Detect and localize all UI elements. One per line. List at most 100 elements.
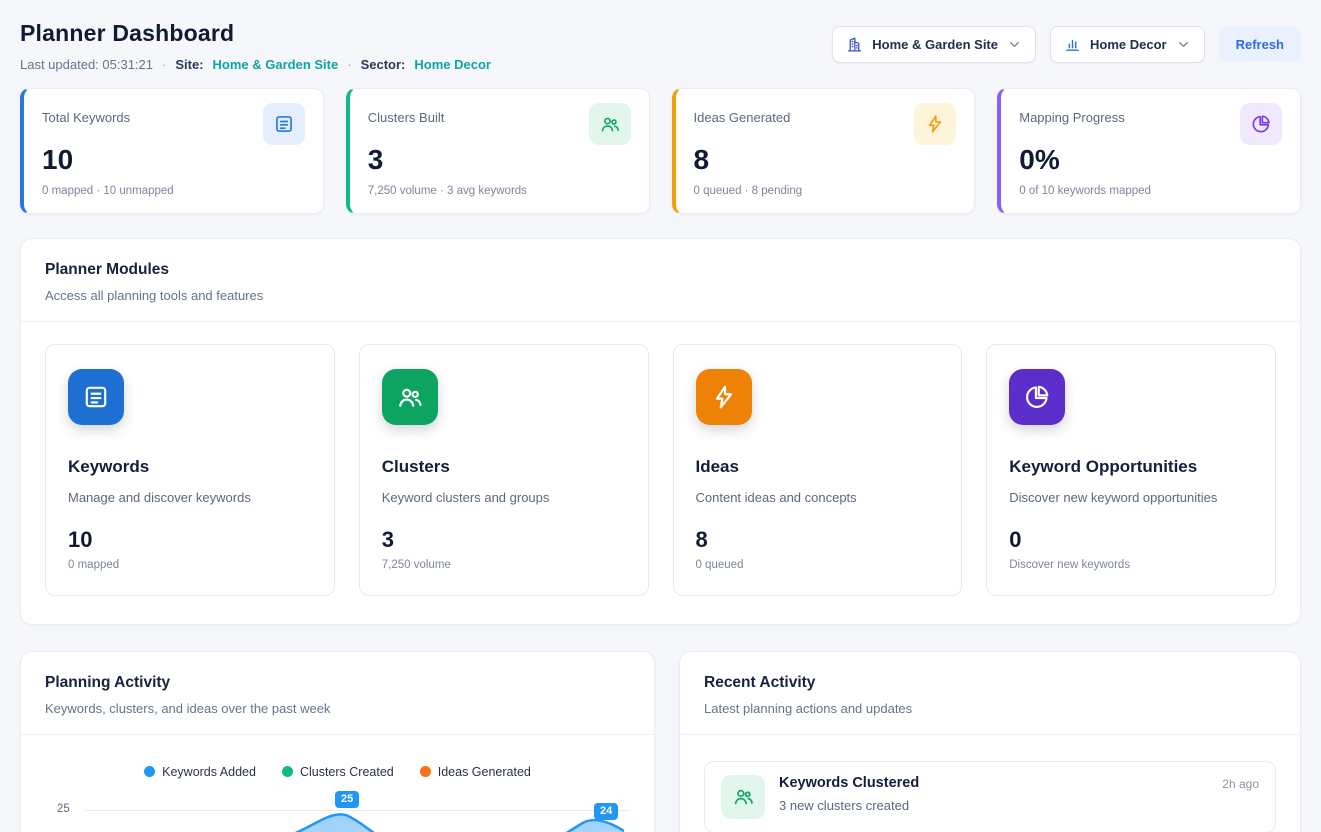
module-description: Content ideas and concepts (696, 490, 940, 505)
module-value: 0 (1009, 527, 1253, 553)
meta-separator: · (347, 57, 351, 72)
meta-separator: · (162, 57, 166, 72)
stat-value: 8 (694, 145, 957, 176)
legend-label: Ideas Generated (438, 765, 531, 779)
pie-chart-icon (1009, 369, 1065, 425)
legend-dot-green (282, 766, 293, 777)
stat-card-clusters-built[interactable]: Clusters Built 3 7,250 volume · 3 avg ke… (346, 88, 650, 214)
legend-dot-orange (420, 766, 431, 777)
y-axis-tick: 25 (57, 803, 70, 815)
stat-card-total-keywords[interactable]: Total Keywords 10 0 mapped · 10 unmapped (20, 88, 324, 214)
document-icon (68, 369, 124, 425)
card-subtitle: Keywords, clusters, and ideas over the p… (45, 701, 630, 716)
recent-activity-card: Recent Activity Latest planning actions … (679, 651, 1301, 832)
activity-item-detail: 3 new clusters created (779, 798, 919, 813)
stat-value: 0% (1019, 145, 1282, 176)
module-sublabel: 0 mapped (68, 559, 312, 571)
card-title: Recent Activity (704, 674, 1276, 692)
header-meta: Last updated: 05:31:21 · Site: Home & Ga… (20, 57, 491, 72)
module-title: Clusters (382, 457, 626, 477)
planner-dashboard-page: Planner Dashboard Last updated: 05:31:21… (0, 0, 1321, 832)
legend-label: Keywords Added (162, 765, 256, 779)
activity-list-item[interactable]: Keywords Clustered 3 new clusters create… (704, 761, 1276, 832)
document-icon (263, 103, 305, 145)
chart-legend: Keywords Added Clusters Created Ideas Ge… (21, 765, 654, 779)
sector-selector-value: Home Decor (1090, 37, 1167, 52)
stat-top: Clusters Built (368, 103, 631, 145)
refresh-button[interactable]: Refresh (1219, 27, 1301, 62)
card-subtitle: Latest planning actions and updates (704, 701, 1276, 716)
stat-detail: 0 queued · 8 pending (694, 185, 957, 197)
site-link[interactable]: Home & Garden Site (213, 57, 339, 72)
module-value: 3 (382, 527, 626, 553)
module-title: Ideas (696, 457, 940, 477)
stat-detail: 7,250 volume · 3 avg keywords (368, 185, 631, 197)
page-header: Planner Dashboard Last updated: 05:31:21… (20, 20, 1301, 72)
bottom-row: Planning Activity Keywords, clusters, an… (20, 651, 1301, 832)
legend-item-ideas-generated[interactable]: Ideas Generated (420, 765, 531, 779)
module-card-keyword-opportunities[interactable]: Keyword Opportunities Discover new keywo… (986, 344, 1276, 596)
people-group-icon (382, 369, 438, 425)
module-sublabel: Discover new keywords (1009, 559, 1253, 571)
stat-label: Total Keywords (42, 103, 130, 125)
header-controls: Home & Garden Site Home Decor Refresh (832, 26, 1301, 63)
stat-detail: 0 of 10 keywords mapped (1019, 185, 1282, 197)
sector-selector-dropdown[interactable]: Home Decor (1050, 26, 1205, 63)
panel-head: Planner Modules Access all planning tool… (21, 239, 1300, 322)
chevron-down-icon (1176, 37, 1191, 52)
module-sublabel: 0 queued (696, 559, 940, 571)
lightning-bolt-icon (914, 103, 956, 145)
bar-chart-icon (1064, 36, 1081, 53)
legend-item-clusters-created[interactable]: Clusters Created (282, 765, 394, 779)
stat-value: 3 (368, 145, 631, 176)
site-selector-value: Home & Garden Site (872, 37, 998, 52)
module-description: Discover new keyword opportunities (1009, 490, 1253, 505)
stat-card-mapping-progress[interactable]: Mapping Progress 0% 0 of 10 keywords map… (997, 88, 1301, 214)
planning-activity-card: Planning Activity Keywords, clusters, an… (20, 651, 655, 832)
stat-top: Mapping Progress (1019, 103, 1282, 145)
card-head: Planning Activity Keywords, clusters, an… (21, 652, 654, 735)
stat-value: 10 (42, 145, 305, 176)
legend-dot-blue (144, 766, 155, 777)
panel-title: Planner Modules (45, 261, 1276, 279)
module-card-keywords[interactable]: Keywords Manage and discover keywords 10… (45, 344, 335, 596)
modules-grid: Keywords Manage and discover keywords 10… (21, 322, 1300, 624)
header-left: Planner Dashboard Last updated: 05:31:21… (20, 20, 491, 72)
people-group-icon (721, 775, 765, 819)
data-point-label: 24 (594, 803, 618, 820)
module-value: 8 (696, 527, 940, 553)
legend-item-keywords-added[interactable]: Keywords Added (144, 765, 256, 779)
module-title: Keywords (68, 457, 312, 477)
stat-label: Clusters Built (368, 103, 445, 125)
stat-label: Mapping Progress (1019, 103, 1125, 125)
module-sublabel: 7,250 volume (382, 559, 626, 571)
sector-link[interactable]: Home Decor (414, 57, 491, 72)
last-updated-text: Last updated: 05:31:21 (20, 57, 153, 72)
module-description: Keyword clusters and groups (382, 490, 626, 505)
card-title: Planning Activity (45, 674, 630, 692)
card-head: Recent Activity Latest planning actions … (680, 652, 1300, 735)
lightning-bolt-icon (696, 369, 752, 425)
activity-area-chart: 25 25 24 (45, 791, 630, 832)
activity-item-title: Keywords Clustered (779, 775, 919, 791)
building-icon (846, 36, 863, 53)
stats-row: Total Keywords 10 0 mapped · 10 unmapped… (20, 88, 1301, 214)
site-selector-dropdown[interactable]: Home & Garden Site (832, 26, 1036, 63)
stat-top: Total Keywords (42, 103, 305, 145)
stat-top: Ideas Generated (694, 103, 957, 145)
module-description: Manage and discover keywords (68, 490, 312, 505)
data-point-label: 25 (335, 791, 359, 808)
module-card-ideas[interactable]: Ideas Content ideas and concepts 8 0 que… (673, 344, 963, 596)
planner-modules-panel: Planner Modules Access all planning tool… (20, 238, 1301, 625)
people-group-icon (589, 103, 631, 145)
site-label: Site: (175, 57, 203, 72)
stat-card-ideas-generated[interactable]: Ideas Generated 8 0 queued · 8 pending (672, 88, 976, 214)
stat-detail: 0 mapped · 10 unmapped (42, 185, 305, 197)
activity-item-timestamp: 2h ago (1222, 775, 1259, 791)
page-title: Planner Dashboard (20, 20, 491, 47)
pie-chart-icon (1240, 103, 1282, 145)
module-card-clusters[interactable]: Clusters Keyword clusters and groups 3 7… (359, 344, 649, 596)
sector-label: Sector: (361, 57, 406, 72)
chevron-down-icon (1007, 37, 1022, 52)
legend-label: Clusters Created (300, 765, 394, 779)
